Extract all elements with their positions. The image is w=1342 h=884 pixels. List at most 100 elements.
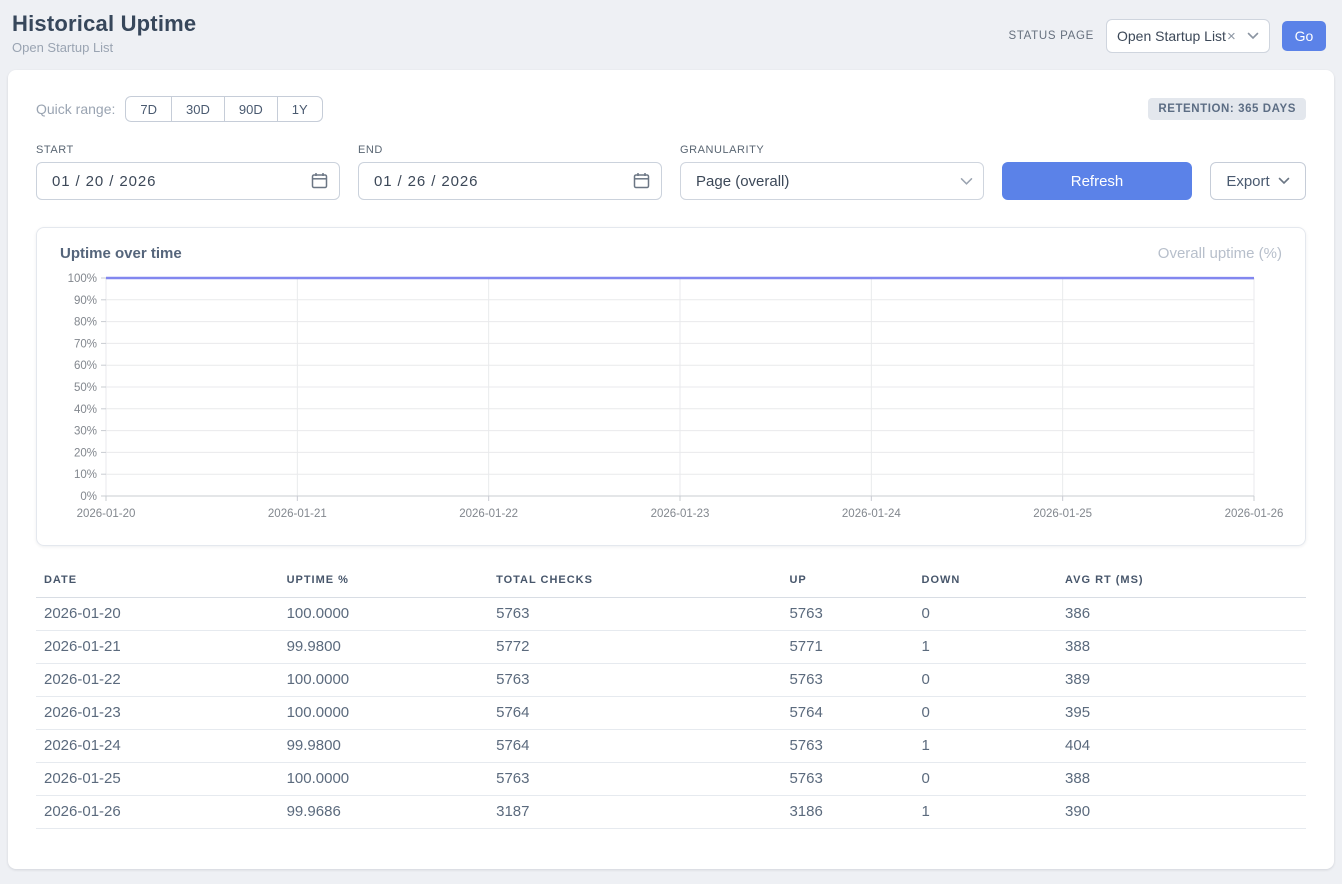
column-header: TOTAL CHECKS: [488, 570, 781, 598]
calendar-icon[interactable]: [633, 172, 650, 189]
granularity-select[interactable]: Page (overall): [680, 162, 984, 200]
svg-text:2026-01-22: 2026-01-22: [459, 508, 518, 520]
svg-text:2026-01-25: 2026-01-25: [1033, 508, 1092, 520]
filters-row: START END GRANULARITY Page (overall) Ref…: [36, 144, 1306, 200]
table-row: 2026-01-2499.9800576457631404: [36, 730, 1306, 763]
table-cell: 2026-01-26: [36, 796, 279, 829]
table-row: 2026-01-23100.0000576457640395: [36, 697, 1306, 730]
main-panel: Quick range: 7D30D90D1Y RETENTION: 365 D…: [8, 70, 1334, 869]
granularity-select-value: Page (overall): [691, 173, 789, 190]
table-cell: 100.0000: [279, 763, 489, 796]
table-cell: 100.0000: [279, 598, 489, 631]
quick-range-7d-button[interactable]: 7D: [125, 96, 172, 122]
table-cell: 0: [914, 697, 1058, 730]
table-cell: 5763: [488, 763, 781, 796]
svg-text:30%: 30%: [74, 426, 97, 438]
title-block: Historical Uptime Open Startup List: [12, 11, 196, 55]
svg-text:50%: 50%: [74, 382, 97, 394]
refresh-button[interactable]: Refresh: [1002, 162, 1192, 200]
table-row: 2026-01-20100.0000576357630386: [36, 598, 1306, 631]
table-cell: 389: [1057, 664, 1306, 697]
uptime-chart-card: Uptime over time Overall uptime (%) 2026…: [36, 227, 1306, 546]
table-cell: 5763: [488, 664, 781, 697]
start-date-field: START: [36, 144, 340, 200]
table-cell: 2026-01-20: [36, 598, 279, 631]
svg-text:10%: 10%: [74, 469, 97, 481]
table-cell: 404: [1057, 730, 1306, 763]
quick-range-row: Quick range: 7D30D90D1Y RETENTION: 365 D…: [36, 96, 1306, 122]
table-cell: 5763: [781, 598, 913, 631]
table-cell: 5763: [781, 763, 913, 796]
table-cell: 5763: [488, 598, 781, 631]
chart-legend: Overall uptime (%): [1158, 245, 1282, 262]
table-cell: 2026-01-21: [36, 631, 279, 664]
table-row: 2026-01-22100.0000576357630389: [36, 664, 1306, 697]
table-cell: 390: [1057, 796, 1306, 829]
table-cell: 395: [1057, 697, 1306, 730]
quick-range-90d-button[interactable]: 90D: [224, 96, 278, 122]
svg-text:2026-01-26: 2026-01-26: [1225, 508, 1284, 520]
table-cell: 1: [914, 796, 1058, 829]
table-header-row: DATEUPTIME %TOTAL CHECKSUPDOWNAVG RT (MS…: [36, 570, 1306, 598]
svg-text:2026-01-20: 2026-01-20: [77, 508, 136, 520]
chevron-down-icon: [960, 177, 973, 186]
table-cell: 0: [914, 598, 1058, 631]
table-cell: 5772: [488, 631, 781, 664]
uptime-table: DATEUPTIME %TOTAL CHECKSUPDOWNAVG RT (MS…: [36, 570, 1306, 829]
granularity-field: GRANULARITY Page (overall): [680, 144, 984, 200]
export-button[interactable]: Export: [1210, 162, 1306, 200]
svg-text:40%: 40%: [74, 404, 97, 416]
svg-text:2026-01-24: 2026-01-24: [842, 508, 901, 520]
table-cell: 2026-01-23: [36, 697, 279, 730]
clear-icon[interactable]: ×: [1227, 29, 1236, 44]
table-cell: 2026-01-24: [36, 730, 279, 763]
svg-text:20%: 20%: [74, 447, 97, 459]
page-title: Historical Uptime: [12, 11, 196, 37]
status-page-select[interactable]: Open Startup List×: [1106, 19, 1270, 53]
quick-range-30d-button[interactable]: 30D: [171, 96, 225, 122]
status-page-label: STATUS PAGE: [1008, 30, 1094, 42]
column-header: DATE: [36, 570, 279, 598]
table-cell: 5764: [488, 730, 781, 763]
table-cell: 3187: [488, 796, 781, 829]
column-header: AVG RT (MS): [1057, 570, 1306, 598]
table-cell: 5764: [488, 697, 781, 730]
table-cell: 5771: [781, 631, 913, 664]
go-button[interactable]: Go: [1282, 21, 1326, 51]
svg-text:80%: 80%: [74, 317, 97, 329]
table-row: 2026-01-2199.9800577257711388: [36, 631, 1306, 664]
uptime-line-chart: 2026-01-202026-01-212026-01-222026-01-23…: [60, 268, 1288, 526]
table-cell: 100.0000: [279, 664, 489, 697]
quick-range-label: Quick range:: [36, 101, 115, 117]
quick-range-1y-button[interactable]: 1Y: [277, 96, 323, 122]
table-cell: 1: [914, 631, 1058, 664]
end-date-input[interactable]: [358, 162, 662, 200]
table-cell: 99.9800: [279, 631, 489, 664]
start-date-input[interactable]: [36, 162, 340, 200]
svg-text:90%: 90%: [74, 295, 97, 307]
chevron-down-icon: [1278, 177, 1290, 185]
table-cell: 5763: [781, 730, 913, 763]
table-cell: 5764: [781, 697, 913, 730]
table-cell: 388: [1057, 631, 1306, 664]
svg-text:0%: 0%: [80, 491, 97, 503]
column-header: UP: [781, 570, 913, 598]
uptime-chart: 2026-01-202026-01-212026-01-222026-01-23…: [60, 268, 1282, 531]
chevron-down-icon: [1247, 32, 1259, 40]
table-row: 2026-01-25100.0000576357630388: [36, 763, 1306, 796]
column-header: DOWN: [914, 570, 1058, 598]
table-cell: 99.9686: [279, 796, 489, 829]
calendar-icon[interactable]: [311, 172, 328, 189]
svg-text:70%: 70%: [74, 338, 97, 350]
end-label: END: [358, 144, 662, 156]
table-cell: 1: [914, 730, 1058, 763]
quick-range-group: 7D30D90D1Y: [125, 96, 322, 122]
chart-title: Uptime over time: [60, 245, 182, 262]
svg-text:60%: 60%: [74, 360, 97, 372]
table-row: 2026-01-2699.9686318731861390: [36, 796, 1306, 829]
page-subtitle: Open Startup List: [12, 40, 196, 55]
page-header: Historical Uptime Open Startup List STAT…: [0, 0, 1342, 70]
table-cell: 3186: [781, 796, 913, 829]
table-cell: 0: [914, 664, 1058, 697]
status-page-select-value: Open Startup List: [1117, 28, 1226, 44]
